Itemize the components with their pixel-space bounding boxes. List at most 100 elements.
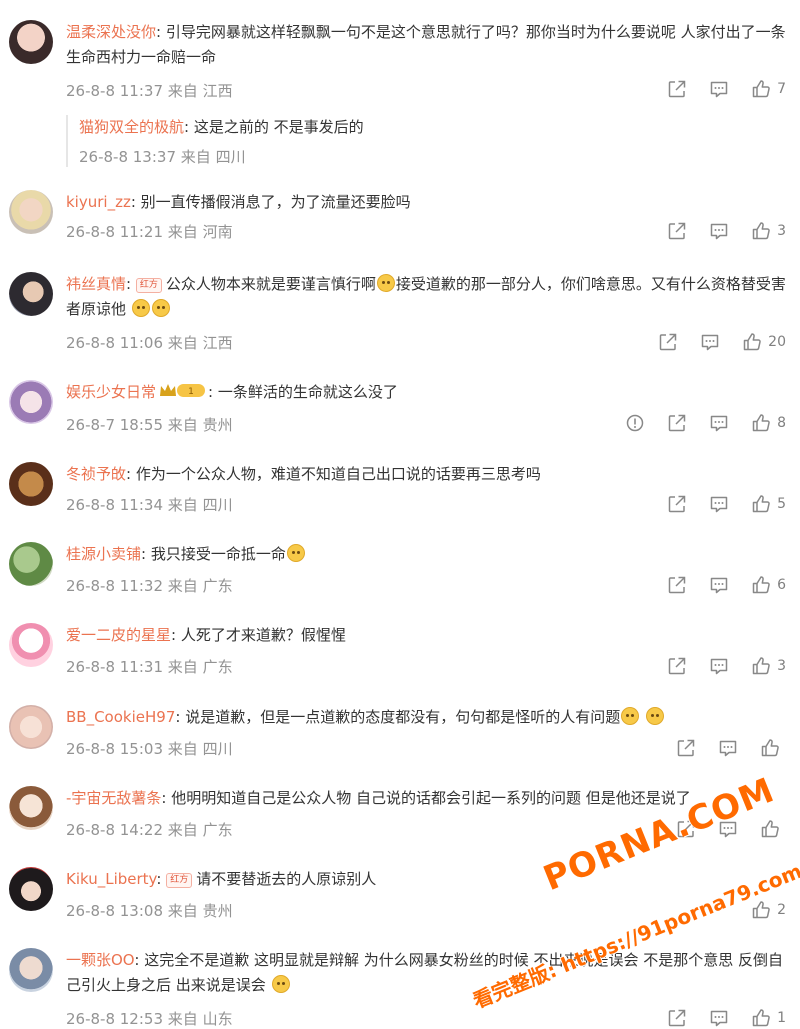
reply-button[interactable] [709, 413, 729, 433]
reply-content: 这是之前的 不是事发后的 [193, 118, 364, 136]
avatar[interactable] [9, 380, 53, 424]
reply-button[interactable] [709, 575, 729, 595]
comment-meta: 26-8-8 11:32 来自 广东 [66, 577, 233, 595]
like-button[interactable]: 7 [751, 79, 786, 99]
reply-button[interactable] [709, 1008, 729, 1028]
crying-emoji-icon [271, 975, 290, 993]
share-button[interactable] [667, 494, 687, 514]
comment-content: 作为一个公众人物，难道不知道自己出口说的话要再三思考吗 [135, 465, 541, 483]
reply-button[interactable] [709, 221, 729, 241]
share-button[interactable] [676, 738, 696, 758]
comment-icon [709, 221, 729, 241]
username-link[interactable]: 桂源小卖铺 [66, 545, 141, 563]
username-link[interactable]: 冬祯予敀 [66, 465, 126, 483]
avatar[interactable] [9, 705, 53, 749]
share-button[interactable] [667, 575, 687, 595]
comment-actions: 7 [645, 79, 786, 99]
status-badge: 红方 [166, 873, 193, 888]
share-button[interactable] [667, 79, 687, 99]
share-button[interactable] [667, 413, 687, 433]
avatar[interactable] [9, 867, 53, 911]
comment-icon [718, 738, 738, 758]
reply-button[interactable] [700, 332, 720, 352]
avatar[interactable] [9, 20, 53, 64]
report-button[interactable] [625, 413, 645, 433]
like-button[interactable]: 20 [742, 332, 786, 352]
like-button[interactable]: 5 [751, 494, 786, 514]
comment-meta: 26-8-8 13:08 来自 贵州 [66, 902, 233, 920]
reply-button[interactable] [718, 819, 738, 839]
reply-button[interactable] [709, 656, 729, 676]
thumbs-up-icon [751, 494, 771, 514]
comment-content: 我只接受一命抵一命 [150, 545, 286, 563]
username-link[interactable]: 爱一二皮的星星 [66, 626, 171, 644]
comment-actions: 2 [729, 900, 786, 920]
username-link[interactable]: 温柔深处没你 [66, 23, 156, 41]
crying-emoji-icon [376, 274, 395, 292]
comment-actions [654, 738, 786, 758]
comment-actions: 6 [645, 575, 786, 595]
comment-icon [709, 575, 729, 595]
comment-text: 温柔深处没你: 引导完网暴就这样轻飘飘一句不是这个意思就行了吗？那你当时为什么要… [66, 23, 786, 66]
username-link[interactable]: -宇宙无敌薯条 [66, 789, 161, 807]
avatar[interactable] [9, 948, 53, 992]
username-link[interactable]: Kiku_Liberty [66, 870, 156, 888]
thumbs-up-icon [751, 656, 771, 676]
laughing-emoji-icon [286, 544, 305, 562]
thumbs-up-icon [760, 738, 780, 758]
avatar[interactable] [9, 786, 53, 830]
thumbs-up-icon [751, 79, 771, 99]
thumbs-up-icon [751, 413, 771, 433]
thumbs-up-icon [751, 1008, 771, 1028]
share-icon [667, 494, 687, 514]
like-button[interactable] [760, 738, 786, 758]
share-button[interactable] [667, 1008, 687, 1028]
comment-icon [709, 79, 729, 99]
share-icon [658, 332, 678, 352]
share-icon [667, 1008, 687, 1028]
username-link[interactable]: 祎丝真情 [66, 275, 126, 293]
username-link[interactable]: BB_CookieH97 [66, 708, 175, 726]
vip-level: 1 [188, 387, 194, 397]
reply-item: 猫狗双全的极航: 这是之前的 不是事发后的 26-8-8 13:37 来自 四川 [66, 115, 786, 167]
like-button[interactable]: 8 [751, 413, 786, 433]
thumbs-up-icon [742, 332, 762, 352]
like-button[interactable] [760, 819, 786, 839]
username-link[interactable]: kiyuri_zz [66, 193, 131, 211]
share-icon [676, 738, 696, 758]
comment-meta: 26-8-8 11:31 来自 广东 [66, 658, 233, 676]
comment-icon [709, 656, 729, 676]
comment-meta: 26-8-8 15:03 来自 四川 [66, 740, 233, 758]
reply-button[interactable] [709, 79, 729, 99]
comment-icon [709, 1008, 729, 1028]
username-link[interactable]: 猫狗双全的极航 [79, 118, 184, 136]
share-icon [667, 221, 687, 241]
like-button[interactable]: 2 [751, 900, 786, 920]
share-button[interactable] [658, 332, 678, 352]
share-button[interactable] [667, 221, 687, 241]
like-button[interactable]: 3 [751, 221, 786, 241]
comment-meta: 26-8-8 12:53 来自 山东 [66, 1010, 233, 1028]
avatar[interactable] [9, 542, 53, 586]
like-count: 6 [777, 577, 786, 593]
thumbs-up-icon [760, 819, 780, 839]
like-button[interactable]: 3 [751, 656, 786, 676]
status-badge: 红方 [135, 278, 162, 293]
like-button[interactable]: 6 [751, 575, 786, 595]
username-link[interactable]: 一颗张OO [66, 951, 134, 969]
like-button[interactable]: 1 [751, 1008, 786, 1028]
share-button[interactable] [676, 819, 696, 839]
avatar[interactable] [9, 462, 53, 506]
smile-emoji-icon [645, 707, 664, 725]
share-button[interactable] [667, 656, 687, 676]
comment-actions: 1 [645, 1008, 786, 1028]
reply-button[interactable] [709, 494, 729, 514]
comment-content: 公众人物本来就是要谨言慎行啊 [165, 275, 376, 293]
avatar[interactable] [9, 272, 53, 316]
reply-button[interactable] [718, 738, 738, 758]
like-count: 20 [768, 334, 786, 350]
avatar[interactable] [9, 190, 53, 234]
thumbs-up-icon [751, 900, 771, 920]
avatar[interactable] [9, 623, 53, 667]
username-link[interactable]: 娱乐少女日常 [66, 383, 156, 401]
